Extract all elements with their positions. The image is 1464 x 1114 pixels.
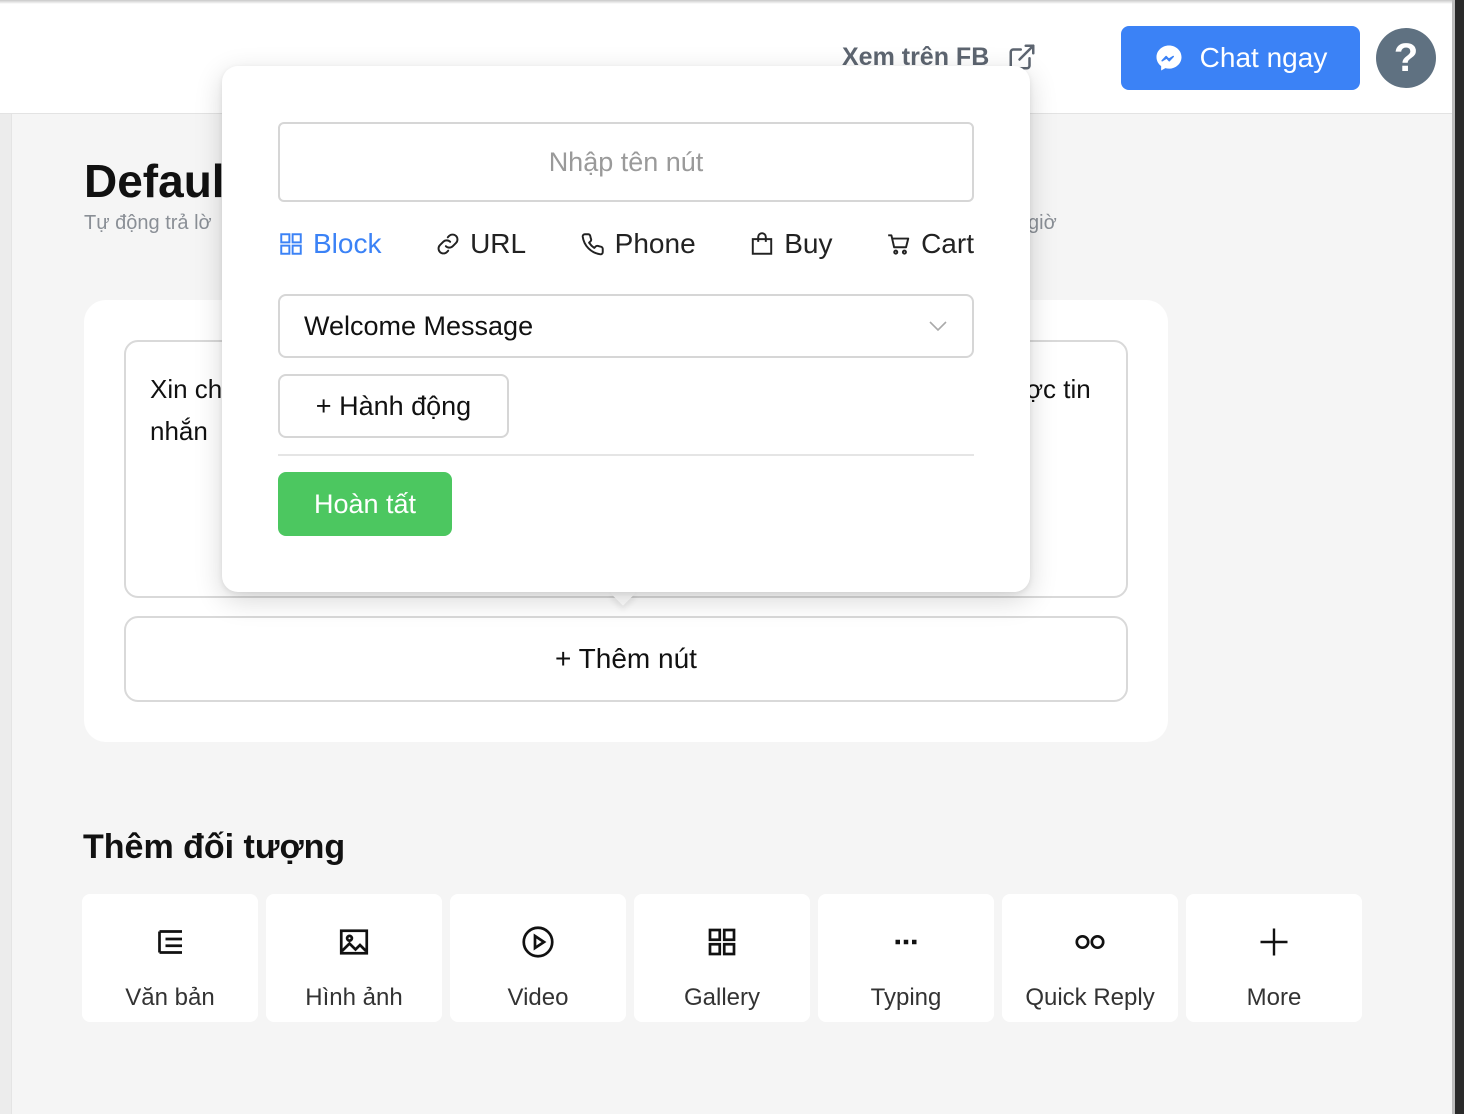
tab-phone[interactable]: Phone bbox=[580, 228, 696, 260]
chat-now-label: Chat ngay bbox=[1199, 42, 1328, 73]
object-label: Hình ảnh bbox=[305, 984, 403, 1011]
object-typing[interactable]: Typing bbox=[818, 894, 994, 1022]
tab-url[interactable]: URL bbox=[435, 228, 526, 260]
ellipsis-icon bbox=[895, 939, 917, 945]
object-text[interactable]: Văn bản bbox=[82, 894, 258, 1022]
help-icon: ? bbox=[1393, 35, 1419, 80]
link-icon bbox=[437, 233, 459, 255]
tab-label: Phone bbox=[614, 228, 696, 259]
page-subtitle-tail: giờ bbox=[1028, 212, 1057, 234]
chevron-down-icon bbox=[929, 321, 947, 332]
object-label: Quick Reply bbox=[1025, 984, 1155, 1011]
object-gallery[interactable]: Gallery bbox=[634, 894, 810, 1022]
page-subtitle: Tự động trả lờ bbox=[84, 212, 212, 234]
chat-now-button[interactable]: Chat ngay bbox=[1121, 26, 1360, 90]
object-image[interactable]: Hình ảnh bbox=[266, 894, 442, 1022]
add-action-button[interactable]: + Hành động bbox=[278, 374, 509, 438]
window-right-edge bbox=[1452, 0, 1464, 1114]
tab-block[interactable]: Block bbox=[278, 228, 381, 260]
tab-label: Cart bbox=[921, 228, 974, 259]
object-video[interactable]: Video bbox=[450, 894, 626, 1022]
object-label: Typing bbox=[870, 984, 942, 1011]
block-select[interactable]: Welcome Message bbox=[278, 294, 974, 358]
tab-label: URL bbox=[470, 228, 527, 259]
grid-icon bbox=[280, 233, 302, 255]
divider bbox=[278, 454, 974, 456]
add-button-button[interactable]: + Thêm nút bbox=[124, 616, 1128, 702]
button-editor-popover: Block URL Phone Buy Cart bbox=[222, 66, 1030, 592]
block-select-value: Welcome Message bbox=[304, 310, 534, 341]
left-panel-edge bbox=[0, 114, 12, 1114]
play-circle-icon bbox=[522, 926, 554, 958]
message-text-tail: ợc tin bbox=[1026, 374, 1091, 404]
object-label: More bbox=[1246, 984, 1302, 1011]
button-name-input[interactable] bbox=[278, 122, 974, 202]
object-label: Video bbox=[507, 984, 569, 1011]
messenger-icon bbox=[1156, 45, 1182, 71]
grid-icon bbox=[708, 928, 736, 956]
done-button[interactable]: Hoàn tất bbox=[278, 472, 452, 536]
object-label: Gallery bbox=[683, 984, 761, 1011]
help-button[interactable]: ? bbox=[1376, 28, 1436, 88]
tab-buy[interactable]: Buy bbox=[749, 228, 832, 260]
phone-icon bbox=[581, 233, 604, 256]
window-top-shadow bbox=[0, 0, 1452, 4]
add-object-title: Thêm đối tượng bbox=[83, 828, 346, 866]
object-list: Văn bản Hình ảnh Video Gallery Typing Qu… bbox=[82, 894, 1362, 1022]
image-icon bbox=[339, 929, 369, 955]
object-label: Văn bản bbox=[125, 984, 215, 1011]
cart-icon bbox=[888, 234, 910, 255]
bag-icon bbox=[752, 232, 773, 255]
object-more[interactable]: More bbox=[1186, 894, 1362, 1022]
tab-cart[interactable]: Cart bbox=[886, 228, 974, 260]
page-title: Default bbox=[84, 155, 240, 207]
tab-label: Block bbox=[313, 228, 382, 259]
plus-icon bbox=[1260, 928, 1288, 956]
tab-label: Buy bbox=[784, 228, 833, 259]
two-circles-icon bbox=[1075, 934, 1105, 950]
object-quick-reply[interactable]: Quick Reply bbox=[1002, 894, 1178, 1022]
text-list-icon bbox=[158, 930, 182, 954]
button-type-tabs: Block URL Phone Buy Cart bbox=[278, 228, 974, 260]
